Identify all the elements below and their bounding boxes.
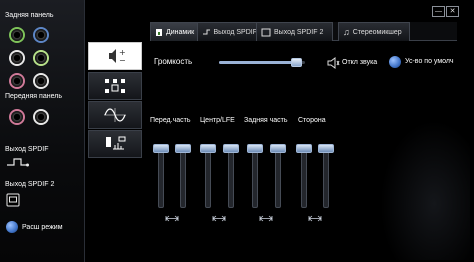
tab-spdif-out-2-label: Выход SPDIF 2 xyxy=(274,28,324,36)
link-icon[interactable] xyxy=(259,215,273,222)
spdif-out-icon[interactable] xyxy=(6,156,30,168)
channel-slider-thumb[interactable] xyxy=(223,144,239,153)
tab-speaker[interactable]: Динамик xyxy=(150,22,203,41)
channel-slider-thumb[interactable] xyxy=(318,144,334,153)
svg-text:−: − xyxy=(119,56,126,65)
room-correction-tile[interactable] xyxy=(88,130,142,158)
channel-label-rear: Задняя часть xyxy=(244,117,288,124)
speaker-volume-icon: + − xyxy=(109,48,126,65)
waveform-icon xyxy=(104,108,126,122)
background-decoration xyxy=(380,120,470,260)
channel-label-center-lfe: Центр/LFE xyxy=(200,117,235,124)
front-panel-label: Передняя панель xyxy=(5,93,62,100)
room-correction-icon xyxy=(106,136,126,150)
volume-tile[interactable]: + − xyxy=(88,42,142,70)
rear-jack-green[interactable] xyxy=(11,29,23,41)
channel-label-front: Перед.часть xyxy=(150,117,191,124)
optical-out-icon[interactable] xyxy=(6,193,20,207)
channel-slider-track[interactable] xyxy=(252,148,258,208)
mute-label: Откл звука xyxy=(342,59,378,66)
volume-label: Громкость xyxy=(154,57,193,66)
speaker-tab-icon xyxy=(156,28,162,36)
spdif-out2-label: Выход SPDIF 2 xyxy=(5,181,55,188)
music-note-icon: ♫ xyxy=(343,27,350,37)
optical-tab-icon xyxy=(261,28,271,36)
speaker-config-tile[interactable] xyxy=(88,72,142,100)
channel-slider-track[interactable] xyxy=(323,148,329,208)
channel-slider-track[interactable] xyxy=(275,148,281,208)
volume-slider-fill xyxy=(219,61,297,64)
channel-slider-thumb[interactable] xyxy=(200,144,216,153)
rear-jack-white-2[interactable] xyxy=(35,75,47,87)
sidebar: Задняя панель Передняя панель Выход SPDI… xyxy=(0,0,85,262)
front-jack-white[interactable] xyxy=(35,111,47,123)
mute-icon[interactable] xyxy=(327,57,340,69)
link-icon[interactable] xyxy=(212,215,226,222)
front-jack-pink[interactable] xyxy=(11,111,23,123)
tab-spdif-out[interactable]: Выход SPDIF xyxy=(197,22,262,41)
channel-slider-thumb[interactable] xyxy=(175,144,191,153)
equalizer-tile[interactable] xyxy=(88,101,142,129)
channel-slider-thumb[interactable] xyxy=(270,144,286,153)
rear-jack-blue[interactable] xyxy=(35,29,47,41)
tab-spdif-out-2[interactable]: Выход SPDIF 2 xyxy=(256,22,333,41)
tab-stereo-mixer[interactable]: ♫ Стереомикшер xyxy=(338,22,410,41)
channel-slider-track[interactable] xyxy=(228,148,234,208)
tab-bar: Динамик Выход SPDIF Выход SPDIF 2 ♫ Стер… xyxy=(150,22,457,41)
speaker-layout-icon xyxy=(105,79,125,93)
channel-slider-track[interactable] xyxy=(158,148,164,208)
set-default-device-label: Ус-во по умолч xyxy=(405,58,454,65)
channel-slider-thumb[interactable] xyxy=(153,144,169,153)
advanced-mode-label: Расш режим xyxy=(22,224,63,231)
spdif-tab-icon xyxy=(203,29,211,35)
channel-slider-track[interactable] xyxy=(301,148,307,208)
tab-stereo-mixer-label: Стереомикшер xyxy=(352,28,402,36)
link-icon[interactable] xyxy=(308,215,322,222)
spdif-out-label: Выход SPDIF xyxy=(5,146,49,153)
channel-slider-track[interactable] xyxy=(180,148,186,208)
close-button[interactable]: ✕ xyxy=(446,6,459,17)
advanced-mode-toggle[interactable] xyxy=(6,221,18,233)
rear-jack-white[interactable] xyxy=(11,52,23,64)
channel-slider-thumb[interactable] xyxy=(247,144,263,153)
channel-slider-track[interactable] xyxy=(205,148,211,208)
link-icon[interactable] xyxy=(165,215,179,222)
channel-slider-thumb[interactable] xyxy=(296,144,312,153)
minimize-button[interactable]: — xyxy=(432,6,445,17)
tab-spdif-out-label: Выход SPDIF xyxy=(213,28,257,36)
tab-speaker-label: Динамик xyxy=(166,28,195,36)
channel-label-side: Сторона xyxy=(298,117,326,124)
set-default-device-button[interactable] xyxy=(389,56,401,68)
rear-panel-label: Задняя панель xyxy=(5,12,54,19)
rear-jack-light-green[interactable] xyxy=(35,52,47,64)
volume-slider-thumb[interactable] xyxy=(291,58,303,67)
rear-jack-pink[interactable] xyxy=(11,75,23,87)
